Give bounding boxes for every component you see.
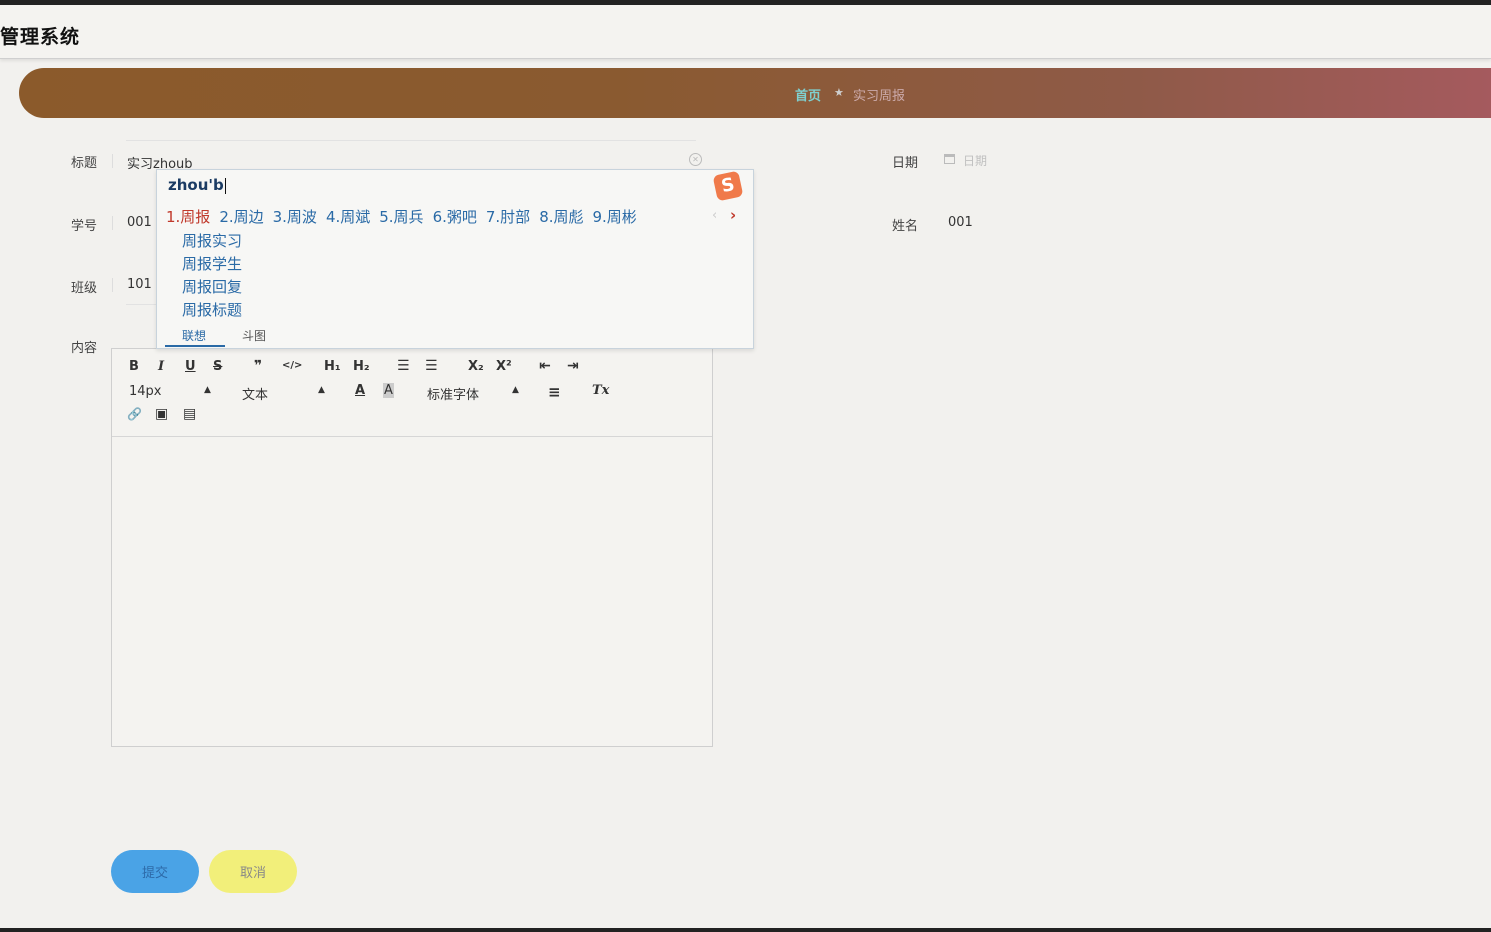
ime-candidate[interactable]: 7.肘部 [486,206,530,227]
date-label: 日期 [892,156,919,171]
ime-candidate[interactable]: 2.周边 [219,206,263,227]
class-input[interactable]: 101 [127,277,152,292]
ime-suggestion[interactable]: 周报标题 [182,299,242,320]
class-field-bottom-border [126,304,156,305]
breadcrumb-star-icon: ★ [834,86,844,99]
cancel-button[interactable]: 取消 [209,850,297,893]
breadcrumb-current: 实习周报 [853,89,906,104]
title-field-top-border [126,140,696,141]
student-no-label: 学号 [71,219,98,234]
ime-tab-indicator [165,345,225,347]
video-icon[interactable]: ▤ [183,406,196,422]
ime-candidate[interactable]: 6.粥吧 [433,206,477,227]
bullet-list-icon[interactable]: ☰ [425,358,438,374]
bold-button[interactable]: B [129,359,139,374]
superscript-button[interactable]: X² [496,359,512,374]
italic-button[interactable]: I [158,359,164,374]
class-label: 班级 [71,281,98,296]
breadcrumb-banner [19,68,1491,118]
window-bottom-border [0,928,1491,932]
ime-candidate[interactable]: 9.周彬 [593,206,637,227]
name-label: 姓名 [892,219,919,234]
link-icon[interactable]: 🔗 [127,407,142,421]
ime-suggestion[interactable]: 周报学生 [182,253,242,274]
ime-candidate-popup: zhou'b S 1.周报 2.周边 3.周波 4.周斌 5.周兵 6.粥吧 7.肘部 8.周… [156,169,754,349]
subscript-button[interactable]: X₂ [468,359,484,374]
indent-icon[interactable]: ⇥ [567,358,579,374]
student-no-divider [112,216,113,230]
title-label: 标题 [71,156,98,171]
class-divider [112,278,113,292]
header-select[interactable]: 文本 [242,384,268,403]
font-size-chevron-icon: ▲ [204,385,211,395]
title-field-divider [112,154,113,168]
ime-suggestion[interactable]: 周报实习 [182,230,242,251]
font-family-select[interactable]: 标准字体 [427,384,479,403]
ime-suggestion[interactable]: 周报回复 [182,276,242,297]
image-icon[interactable]: ▣ [155,406,168,422]
rich-text-editor[interactable]: B I U S ❞ </> H₁ H₂ ☰ ☰ X₂ X² ⇤ ⇥ 14px ▲… [111,348,713,747]
underline-button[interactable]: U [185,359,196,374]
h2-button[interactable]: H₂ [353,359,370,374]
breadcrumb-home-link[interactable]: 首页 [795,85,821,104]
ime-composition-text: zhou'b [168,176,226,194]
ime-candidate[interactable]: 1.周报 [166,206,210,227]
submit-button[interactable]: 提交 [111,850,199,893]
calendar-icon[interactable] [944,154,955,164]
ordered-list-icon[interactable]: ☰ [397,358,410,374]
name-input[interactable]: 001 [948,215,973,230]
sogou-logo-icon: S [712,170,744,202]
strike-button[interactable]: S [213,359,222,374]
ime-candidate-list: 1.周报 2.周边 3.周波 4.周斌 5.周兵 6.粥吧 7.肘部 8.周彪 9.周彬 [166,206,646,226]
ime-tab-lianxiang[interactable]: 联想 [182,327,206,344]
quote-icon[interactable]: ❞ [254,358,262,374]
background-color-icon[interactable]: A [383,383,394,398]
ime-candidate[interactable]: 8.周彪 [539,206,583,227]
ime-next-page-icon[interactable]: › [730,206,736,224]
ime-prev-page-icon[interactable]: ‹ [712,208,717,223]
font-size-select[interactable]: 14px [129,384,162,399]
header-chevron-icon: ▲ [318,385,325,395]
editor-content-area[interactable] [112,437,712,745]
clean-format-icon[interactable]: Tx [592,383,609,398]
font-family-chevron-icon: ▲ [512,385,519,395]
ime-candidate[interactable]: 5.周兵 [379,206,423,227]
code-icon[interactable]: </> [282,360,302,371]
align-icon[interactable]: ≡ [548,383,561,401]
student-no-input[interactable]: 001 [127,215,152,230]
app-header: 管理系统 [0,5,1491,59]
content-label: 内容 [71,341,98,356]
h1-button[interactable]: H₁ [324,359,341,374]
ime-candidate[interactable]: 3.周波 [273,206,317,227]
app-title: 管理系统 [0,26,81,48]
ime-tab-doutu[interactable]: 斗图 [242,327,266,344]
date-input[interactable]: 日期 [963,152,987,169]
ime-candidate[interactable]: 4.周斌 [326,206,370,227]
outdent-icon[interactable]: ⇤ [539,358,551,374]
clear-icon[interactable]: ✕ [689,153,702,166]
text-color-icon[interactable]: A [355,383,365,398]
